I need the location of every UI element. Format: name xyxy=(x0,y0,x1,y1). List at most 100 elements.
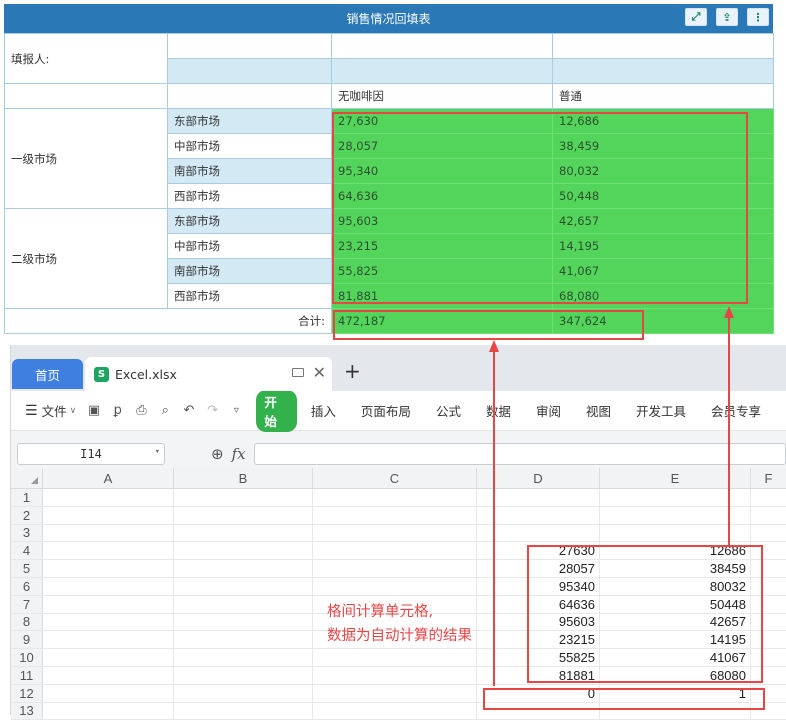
grid-cell[interactable] xyxy=(174,560,313,577)
row-header[interactable]: 3 xyxy=(11,524,43,542)
grid-cell[interactable] xyxy=(174,684,313,702)
grid-cell[interactable] xyxy=(43,666,174,684)
value-cell[interactable]: 95,340 xyxy=(331,158,553,184)
value-cell[interactable]: 95,603 xyxy=(331,208,553,234)
tab-page-layout[interactable]: 页面布局 xyxy=(361,401,411,420)
grid-cell[interactable] xyxy=(174,649,313,666)
column-header[interactable]: E xyxy=(600,468,751,488)
tab-insert[interactable]: 插入 xyxy=(311,401,336,420)
select-all-corner[interactable] xyxy=(11,468,43,488)
grid-cell[interactable] xyxy=(43,631,174,649)
grid-cell[interactable] xyxy=(43,684,174,702)
zoom-icon[interactable]: ⊕ xyxy=(211,445,224,463)
grid-cell[interactable] xyxy=(43,524,174,542)
row-header[interactable]: 2 xyxy=(11,506,43,524)
value-cell[interactable]: 38,459 xyxy=(552,133,774,159)
grid-cell[interactable]: 42657 xyxy=(600,613,751,631)
grid-cell[interactable] xyxy=(313,542,477,560)
row-header[interactable]: 10 xyxy=(11,649,43,666)
grid-cell[interactable] xyxy=(43,506,174,524)
column-header[interactable]: B xyxy=(174,468,313,488)
row-header[interactable]: 1 xyxy=(11,489,43,506)
grid-cell[interactable]: 81881 xyxy=(477,666,600,684)
grid-cell[interactable] xyxy=(477,489,600,506)
row-header[interactable]: 5 xyxy=(11,560,43,577)
grid-cell[interactable] xyxy=(751,667,786,684)
more-icon[interactable]: ⋮ xyxy=(747,8,769,26)
reporter-input[interactable] xyxy=(167,58,332,84)
grid-cell[interactable] xyxy=(313,666,477,684)
grid-cell[interactable]: 95340 xyxy=(477,577,600,595)
row-header[interactable]: 9 xyxy=(11,631,43,649)
column-header[interactable]: C xyxy=(313,468,477,488)
tab-start[interactable]: 开始 xyxy=(256,389,297,432)
column-header[interactable]: A xyxy=(43,468,174,488)
reporter-input[interactable] xyxy=(331,58,553,84)
grid-cell[interactable] xyxy=(751,631,786,648)
value-cell[interactable]: 64,636 xyxy=(331,183,553,209)
grid-cell[interactable] xyxy=(174,577,313,595)
tab-excel-file[interactable]: S Excel.xlsx ✕ xyxy=(85,357,332,391)
grid-cell[interactable] xyxy=(313,702,477,720)
grid-cell[interactable]: 23215 xyxy=(477,631,600,649)
formula-input[interactable] xyxy=(253,443,786,465)
value-cell[interactable]: 27,630 xyxy=(331,108,553,134)
value-cell[interactable]: 23,215 xyxy=(331,233,553,259)
grid-cell[interactable]: 12686 xyxy=(600,542,751,560)
row-header[interactable]: 4 xyxy=(11,542,43,560)
grid-cell[interactable] xyxy=(43,489,174,506)
grid-cell[interactable] xyxy=(43,542,174,560)
file-menu[interactable]: ☰ 文件 ∨ xyxy=(25,401,76,420)
value-cell[interactable]: 42,657 xyxy=(552,208,774,234)
undo-icon[interactable]: ↶ xyxy=(181,403,197,419)
grid-cell[interactable]: 95603 xyxy=(477,613,600,631)
grid-cell[interactable] xyxy=(751,507,786,524)
grid-cell[interactable] xyxy=(751,649,786,666)
tab-review[interactable]: 审阅 xyxy=(536,401,561,420)
grid-cell[interactable] xyxy=(751,685,786,702)
grid-cell[interactable] xyxy=(43,702,174,720)
row-header[interactable]: 12 xyxy=(11,684,43,702)
reporter-input[interactable] xyxy=(552,58,774,84)
grid-cell[interactable] xyxy=(751,703,786,720)
grid-cell[interactable] xyxy=(174,489,313,506)
value-cell[interactable]: 80,032 xyxy=(552,158,774,184)
grid-cell[interactable]: 1 xyxy=(600,684,751,702)
tab-developer[interactable]: 开发工具 xyxy=(636,401,686,420)
grid-cell[interactable] xyxy=(751,525,786,542)
grid-cell[interactable] xyxy=(313,524,477,542)
grid-cell[interactable] xyxy=(751,578,786,595)
export-icon[interactable]: ⇪ xyxy=(716,8,738,26)
grid-cell[interactable] xyxy=(313,577,477,595)
row-header[interactable]: 8 xyxy=(11,613,43,631)
fx-icon[interactable]: fx xyxy=(232,445,246,463)
grid-cell[interactable] xyxy=(174,613,313,631)
grid-cell[interactable] xyxy=(600,506,751,524)
column-header[interactable]: D xyxy=(477,468,600,488)
print-icon[interactable]: ⎙ xyxy=(134,403,150,419)
value-cell[interactable]: 50,448 xyxy=(552,183,774,209)
grid-cell[interactable] xyxy=(43,613,174,631)
grid-cell[interactable]: 80032 xyxy=(600,577,751,595)
grid-cell[interactable]: 64636 xyxy=(477,595,600,613)
grid-cell[interactable] xyxy=(313,560,477,577)
value-cell[interactable]: 28,057 xyxy=(331,133,553,159)
fullscreen-icon[interactable]: ⤢ xyxy=(685,8,707,26)
grid-cell[interactable] xyxy=(174,702,313,720)
grid-cell[interactable]: 68080 xyxy=(600,666,751,684)
grid-cell[interactable] xyxy=(174,666,313,684)
grid-cell[interactable]: 27630 xyxy=(477,542,600,560)
row-header[interactable]: 6 xyxy=(11,577,43,595)
grid-cell[interactable] xyxy=(477,524,600,542)
value-cell[interactable]: 68,080 xyxy=(552,283,774,309)
value-cell[interactable]: 41,067 xyxy=(552,258,774,284)
print-preview-icon[interactable]: ⌕ xyxy=(157,403,173,419)
tab-home[interactable]: 首页 xyxy=(12,359,83,389)
row-header[interactable]: 13 xyxy=(11,702,43,720)
grid-cell[interactable] xyxy=(174,631,313,649)
grid-cell[interactable]: 55825 xyxy=(477,649,600,666)
grid-cell[interactable] xyxy=(751,560,786,577)
grid-cell[interactable] xyxy=(313,649,477,666)
grid-cell[interactable] xyxy=(313,684,477,702)
grid-cell[interactable] xyxy=(600,524,751,542)
